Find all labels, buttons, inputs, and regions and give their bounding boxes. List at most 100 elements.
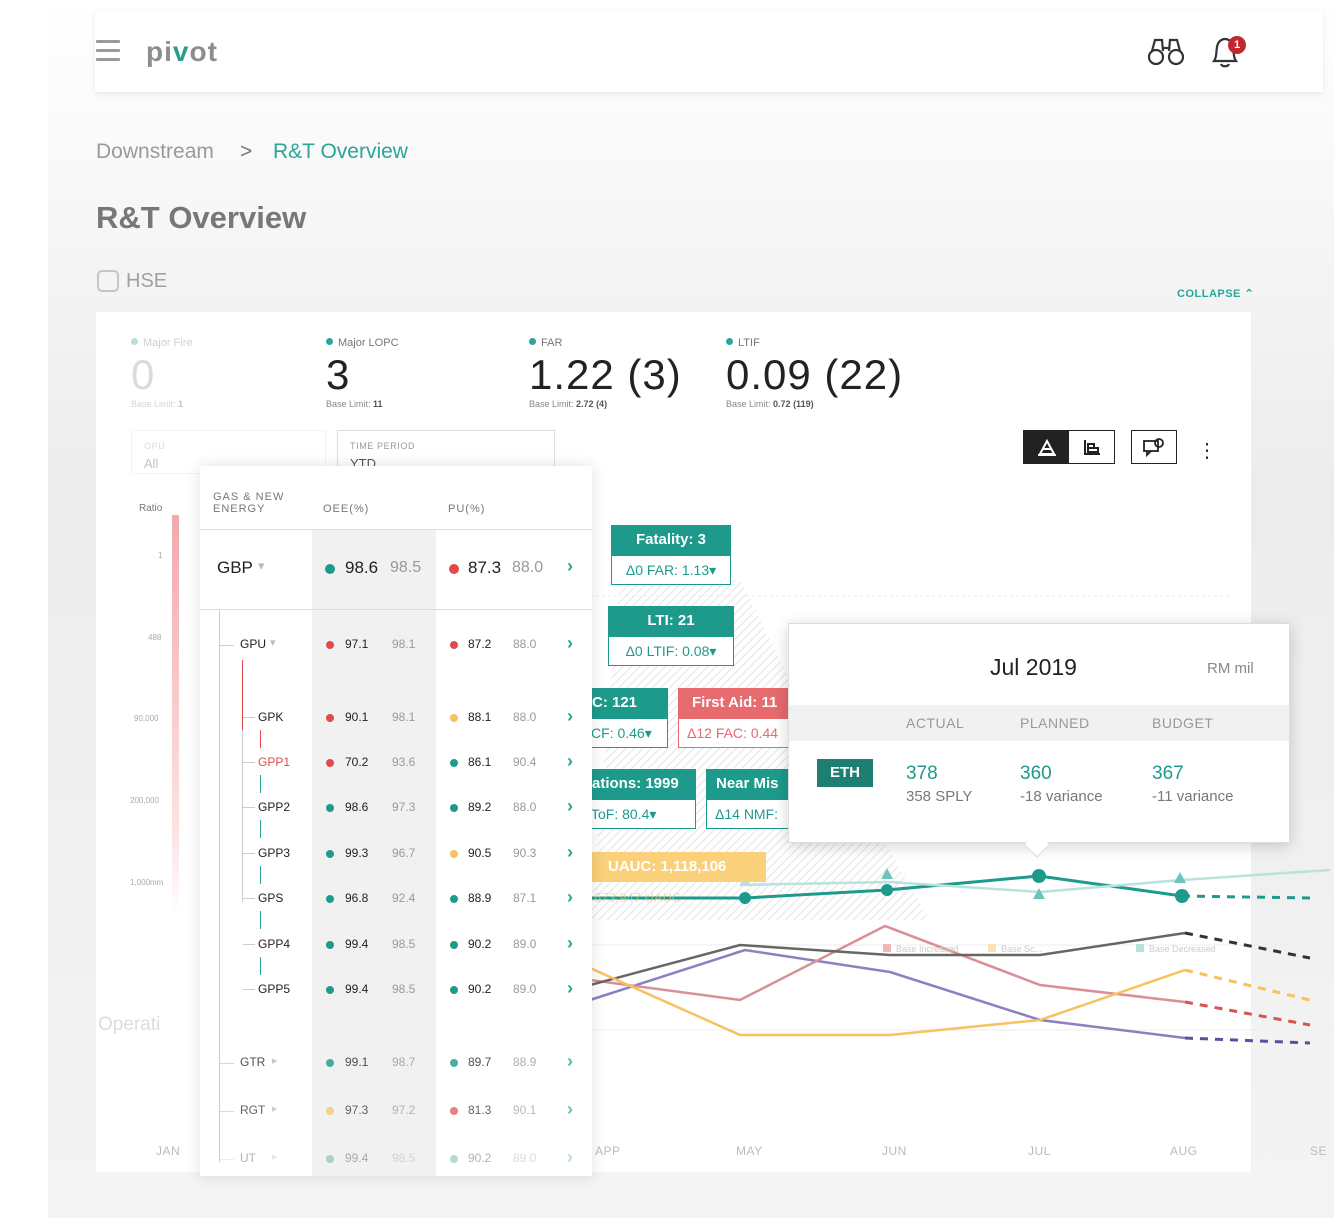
legend-swatch (1136, 944, 1144, 952)
budget-value: 367 (1152, 763, 1184, 784)
top-bar (95, 10, 1323, 92)
table-head-oee[interactable]: OEE(%) (323, 503, 369, 515)
pu-plan: 89.0 (513, 982, 537, 996)
planned-value: 360 (1020, 763, 1052, 784)
row-name[interactable]: RGT (240, 1103, 265, 1117)
view-toggle[interactable] (1023, 430, 1115, 464)
bar-chart-icon[interactable] (1069, 431, 1114, 463)
legend-swatch (988, 944, 996, 952)
caret-right-icon[interactable]: ▸ (272, 1102, 278, 1115)
pu-plan: 89.0 (513, 937, 537, 951)
more-options-icon[interactable]: ⋮ (1197, 438, 1217, 463)
pu-plan: 88.0 (513, 710, 537, 724)
table-head-group: GAS & NEW ENERGY (213, 491, 285, 515)
chevron-right-icon[interactable]: › (567, 978, 573, 999)
chevron-right-icon[interactable]: › (567, 1051, 573, 1072)
near-miss-tag[interactable]: Near Mis Δ14 NMF: (706, 769, 790, 829)
collapse-button[interactable]: COLLAPSE ⌃ (1177, 287, 1254, 300)
chevron-right-icon[interactable]: › (567, 887, 573, 908)
status-dot (326, 714, 334, 722)
chevron-right-icon[interactable]: › (567, 933, 573, 954)
app-logo[interactable]: pivot (146, 36, 218, 68)
chevron-down-icon[interactable]: ▾ (258, 558, 265, 574)
mountain-chart-icon[interactable] (1024, 431, 1069, 463)
status-dot (326, 1059, 334, 1067)
kpi-label: FAR (541, 337, 563, 349)
row-name[interactable]: GPP1 (258, 755, 290, 769)
chevron-right-icon[interactable]: › (567, 633, 573, 654)
incident-tag[interactable]: C: 121 CF: 0.46▾ (586, 688, 668, 748)
chevron-right-icon[interactable]: › (567, 556, 573, 577)
pu-actual: 90.2 (468, 1151, 492, 1165)
series-red (590, 924, 1186, 1004)
kpi-major-lopc[interactable]: Major LOPC 3 Base Limit: 11 (326, 337, 399, 409)
row-name-gbp[interactable]: GBP (217, 558, 253, 578)
col-planned: PLANNED (1020, 715, 1090, 731)
row-name[interactable]: GPP4 (258, 937, 290, 951)
caret-right-icon[interactable]: ▸ (272, 1150, 278, 1163)
tree-branch (243, 944, 255, 945)
tree-branch (243, 717, 255, 718)
row-name[interactable]: GPP2 (258, 800, 290, 814)
x-tick: SE (1310, 1144, 1328, 1158)
first-aid-tag[interactable]: First Aid: 11 Δ12 FAC: 0.44 (678, 688, 790, 748)
binoculars-icon[interactable] (1146, 36, 1186, 73)
oee-plan: 98.7 (392, 1055, 416, 1069)
chevron-right-icon[interactable]: › (567, 1099, 573, 1120)
fatality-tag[interactable]: Fatality: 3 Δ0 FAR: 1.13▾ (611, 525, 731, 585)
divider (200, 609, 592, 610)
row-name[interactable]: UT (240, 1151, 256, 1165)
uauc-tag[interactable]: UAUC: 1,118,106 (590, 852, 766, 882)
tree-branch (243, 807, 255, 808)
chevron-right-icon[interactable]: › (567, 706, 573, 727)
chevron-right-icon[interactable]: › (567, 751, 573, 772)
uauc-subtext: 673,947 UAUC (594, 890, 682, 905)
oee-actual: 99.4 (345, 937, 369, 951)
status-dot (326, 941, 334, 949)
status-dot (450, 895, 458, 903)
breadcrumb-current[interactable]: R&T Overview (273, 140, 408, 164)
tree-connector (260, 957, 261, 975)
row-name[interactable]: GPP3 (258, 846, 290, 860)
chevron-right-icon[interactable]: › (567, 796, 573, 817)
lti-tag[interactable]: LTI: 21 Δ0 LTIF: 0.08▾ (608, 606, 734, 666)
row-name[interactable]: GPU (240, 637, 266, 651)
x-tick: AUG (1170, 1144, 1198, 1158)
shield-icon (97, 270, 119, 292)
status-dot (326, 804, 334, 812)
caret-right-icon[interactable]: ▸ (272, 1054, 278, 1067)
menu-icon[interactable] (96, 40, 120, 67)
pu-plan: 87.1 (513, 891, 537, 905)
oee-plan: 97.3 (392, 800, 416, 814)
breadcrumb-parent[interactable]: Downstream (96, 140, 214, 164)
ratio-bar (172, 515, 179, 915)
legend-label: Base Increased (896, 944, 959, 954)
row-name[interactable]: GPS (258, 891, 283, 905)
oee-actual: 98.6 (345, 558, 379, 577)
observations-tag[interactable]: ations: 1999 ToF: 80.4▾ (586, 769, 696, 829)
tree-branch (243, 898, 255, 899)
popup-month: Jul 2019 (990, 654, 1077, 680)
ratio-tick: 1 (158, 551, 163, 560)
oee-plan: 98.1 (392, 637, 416, 651)
row-name[interactable]: GPP5 (258, 982, 290, 996)
status-dot (450, 1059, 458, 1067)
actual-value: 378 (906, 763, 938, 784)
oee-plan: 98.5 (390, 559, 422, 576)
pu-actual: 87.3 (468, 558, 502, 577)
chevron-right-icon[interactable]: › (567, 842, 573, 863)
chevron-down-icon[interactable]: ▾ (270, 636, 276, 649)
kpi-major-fire[interactable]: Major Fire 0 Base Limit: 1 (131, 337, 193, 409)
table-head-pu[interactable]: PU(%) (448, 503, 485, 515)
legend-label: Base Decreased (1149, 944, 1216, 954)
status-dot (326, 895, 334, 903)
oee-actual: 99.3 (345, 846, 369, 860)
row-name[interactable]: GTR (240, 1055, 265, 1069)
row-name[interactable]: GPK (258, 710, 283, 724)
chevron-right-icon[interactable]: › (567, 1147, 573, 1168)
tree-branch (220, 1159, 234, 1160)
comment-button[interactable] (1131, 430, 1177, 464)
kpi-far[interactable]: FAR 1.22 (3) Base Limit: 2.72 (4) (529, 337, 682, 409)
pu-actual: 90.2 (468, 937, 492, 951)
kpi-ltif[interactable]: LTIF 0.09 (22) Base Limit: 0.72 (119) (726, 337, 903, 409)
